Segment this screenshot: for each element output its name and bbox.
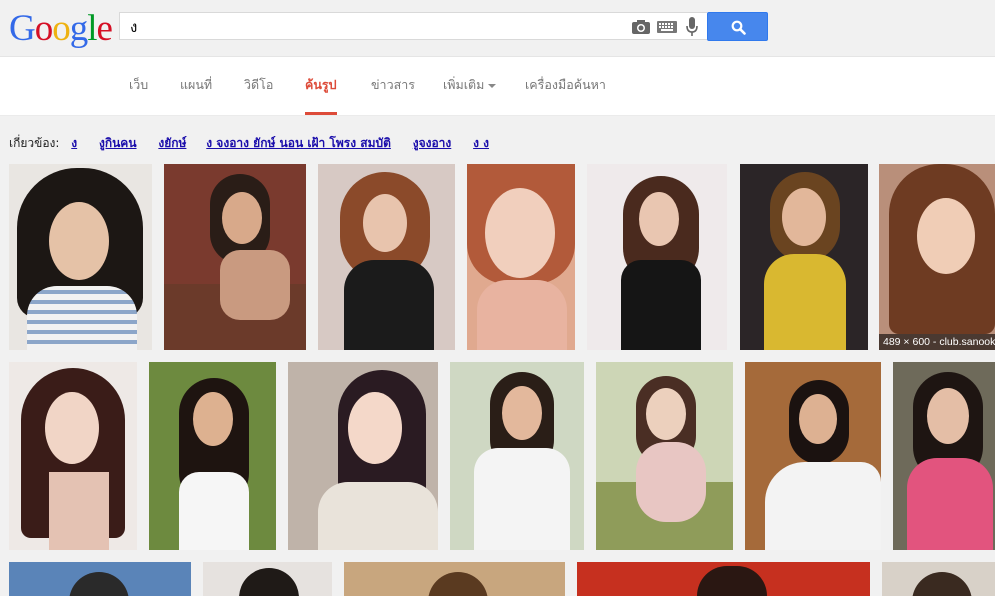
tab-news[interactable]: ข่าวสาร — [371, 57, 415, 115]
search-button[interactable] — [707, 12, 768, 41]
logo-letter: l — [87, 8, 97, 49]
tab-images[interactable]: ค้นรูป — [305, 57, 337, 115]
chevron-down-icon — [488, 83, 497, 88]
image-result[interactable] — [9, 562, 191, 596]
tab-maps[interactable]: แผนที่ — [180, 57, 212, 115]
image-result[interactable] — [467, 164, 575, 350]
image-result[interactable] — [9, 362, 137, 550]
tab-more[interactable]: เพิ่มเติม — [443, 57, 497, 115]
image-result[interactable]: 489 × 600 - club.sanook.com — [879, 164, 995, 350]
image-result[interactable] — [740, 164, 868, 350]
search-box — [119, 12, 707, 40]
image-result[interactable] — [288, 362, 438, 550]
logo-letter: g — [69, 8, 88, 49]
search-tabs: เว็บ แผนที่ วิดีโอ ค้นรูป ข่าวสาร เพิ่มเ… — [0, 57, 995, 116]
magnifier-icon — [731, 20, 746, 35]
tab-videos[interactable]: วิดีโอ — [244, 57, 273, 115]
related-searches: เกี่ยวข้อง: ง งูกินคน งยักษ์ ง จงอาง ยัก… — [9, 134, 989, 156]
image-result[interactable] — [344, 562, 565, 596]
logo-letter: G — [9, 8, 36, 49]
image-result[interactable] — [149, 362, 276, 550]
related-link[interactable]: งูจงอาง — [413, 136, 452, 150]
related-link[interactable]: งูกินคน — [99, 136, 137, 150]
google-logo[interactable]: Google — [9, 8, 113, 49]
tab-more-label: เพิ่มเติม — [443, 77, 485, 92]
header-bar: Google — [0, 0, 995, 57]
logo-letter: e — [96, 8, 113, 49]
image-result[interactable] — [203, 562, 332, 596]
tab-web[interactable]: เว็บ — [129, 57, 148, 115]
related-link[interactable]: ง — [71, 136, 77, 150]
image-result[interactable] — [9, 164, 152, 350]
related-link[interactable]: ง ง — [473, 136, 489, 150]
camera-icon[interactable] — [631, 19, 651, 35]
image-result[interactable] — [318, 164, 455, 350]
image-result[interactable] — [587, 164, 727, 350]
image-result[interactable] — [882, 562, 995, 596]
image-result[interactable] — [893, 362, 995, 550]
image-result[interactable] — [450, 362, 584, 550]
logo-letter: o — [34, 8, 53, 49]
image-result[interactable] — [577, 562, 870, 596]
tab-search-tools[interactable]: เครื่องมือค้นหา — [525, 57, 606, 115]
logo-letter: o — [52, 8, 70, 49]
microphone-icon[interactable] — [686, 17, 698, 37]
search-input[interactable] — [128, 16, 622, 38]
keyboard-icon[interactable] — [657, 21, 677, 33]
image-result[interactable] — [596, 362, 733, 550]
related-link[interactable]: งยักษ์ — [158, 136, 186, 150]
related-link[interactable]: ง จงอาง ยักษ์ นอน เฝ้า โพรง สมบัติ — [206, 136, 391, 150]
image-result[interactable] — [164, 164, 306, 350]
image-result[interactable] — [745, 362, 881, 550]
related-label: เกี่ยวข้อง: — [9, 136, 60, 150]
image-caption: 489 × 600 - club.sanook.com — [879, 334, 995, 350]
